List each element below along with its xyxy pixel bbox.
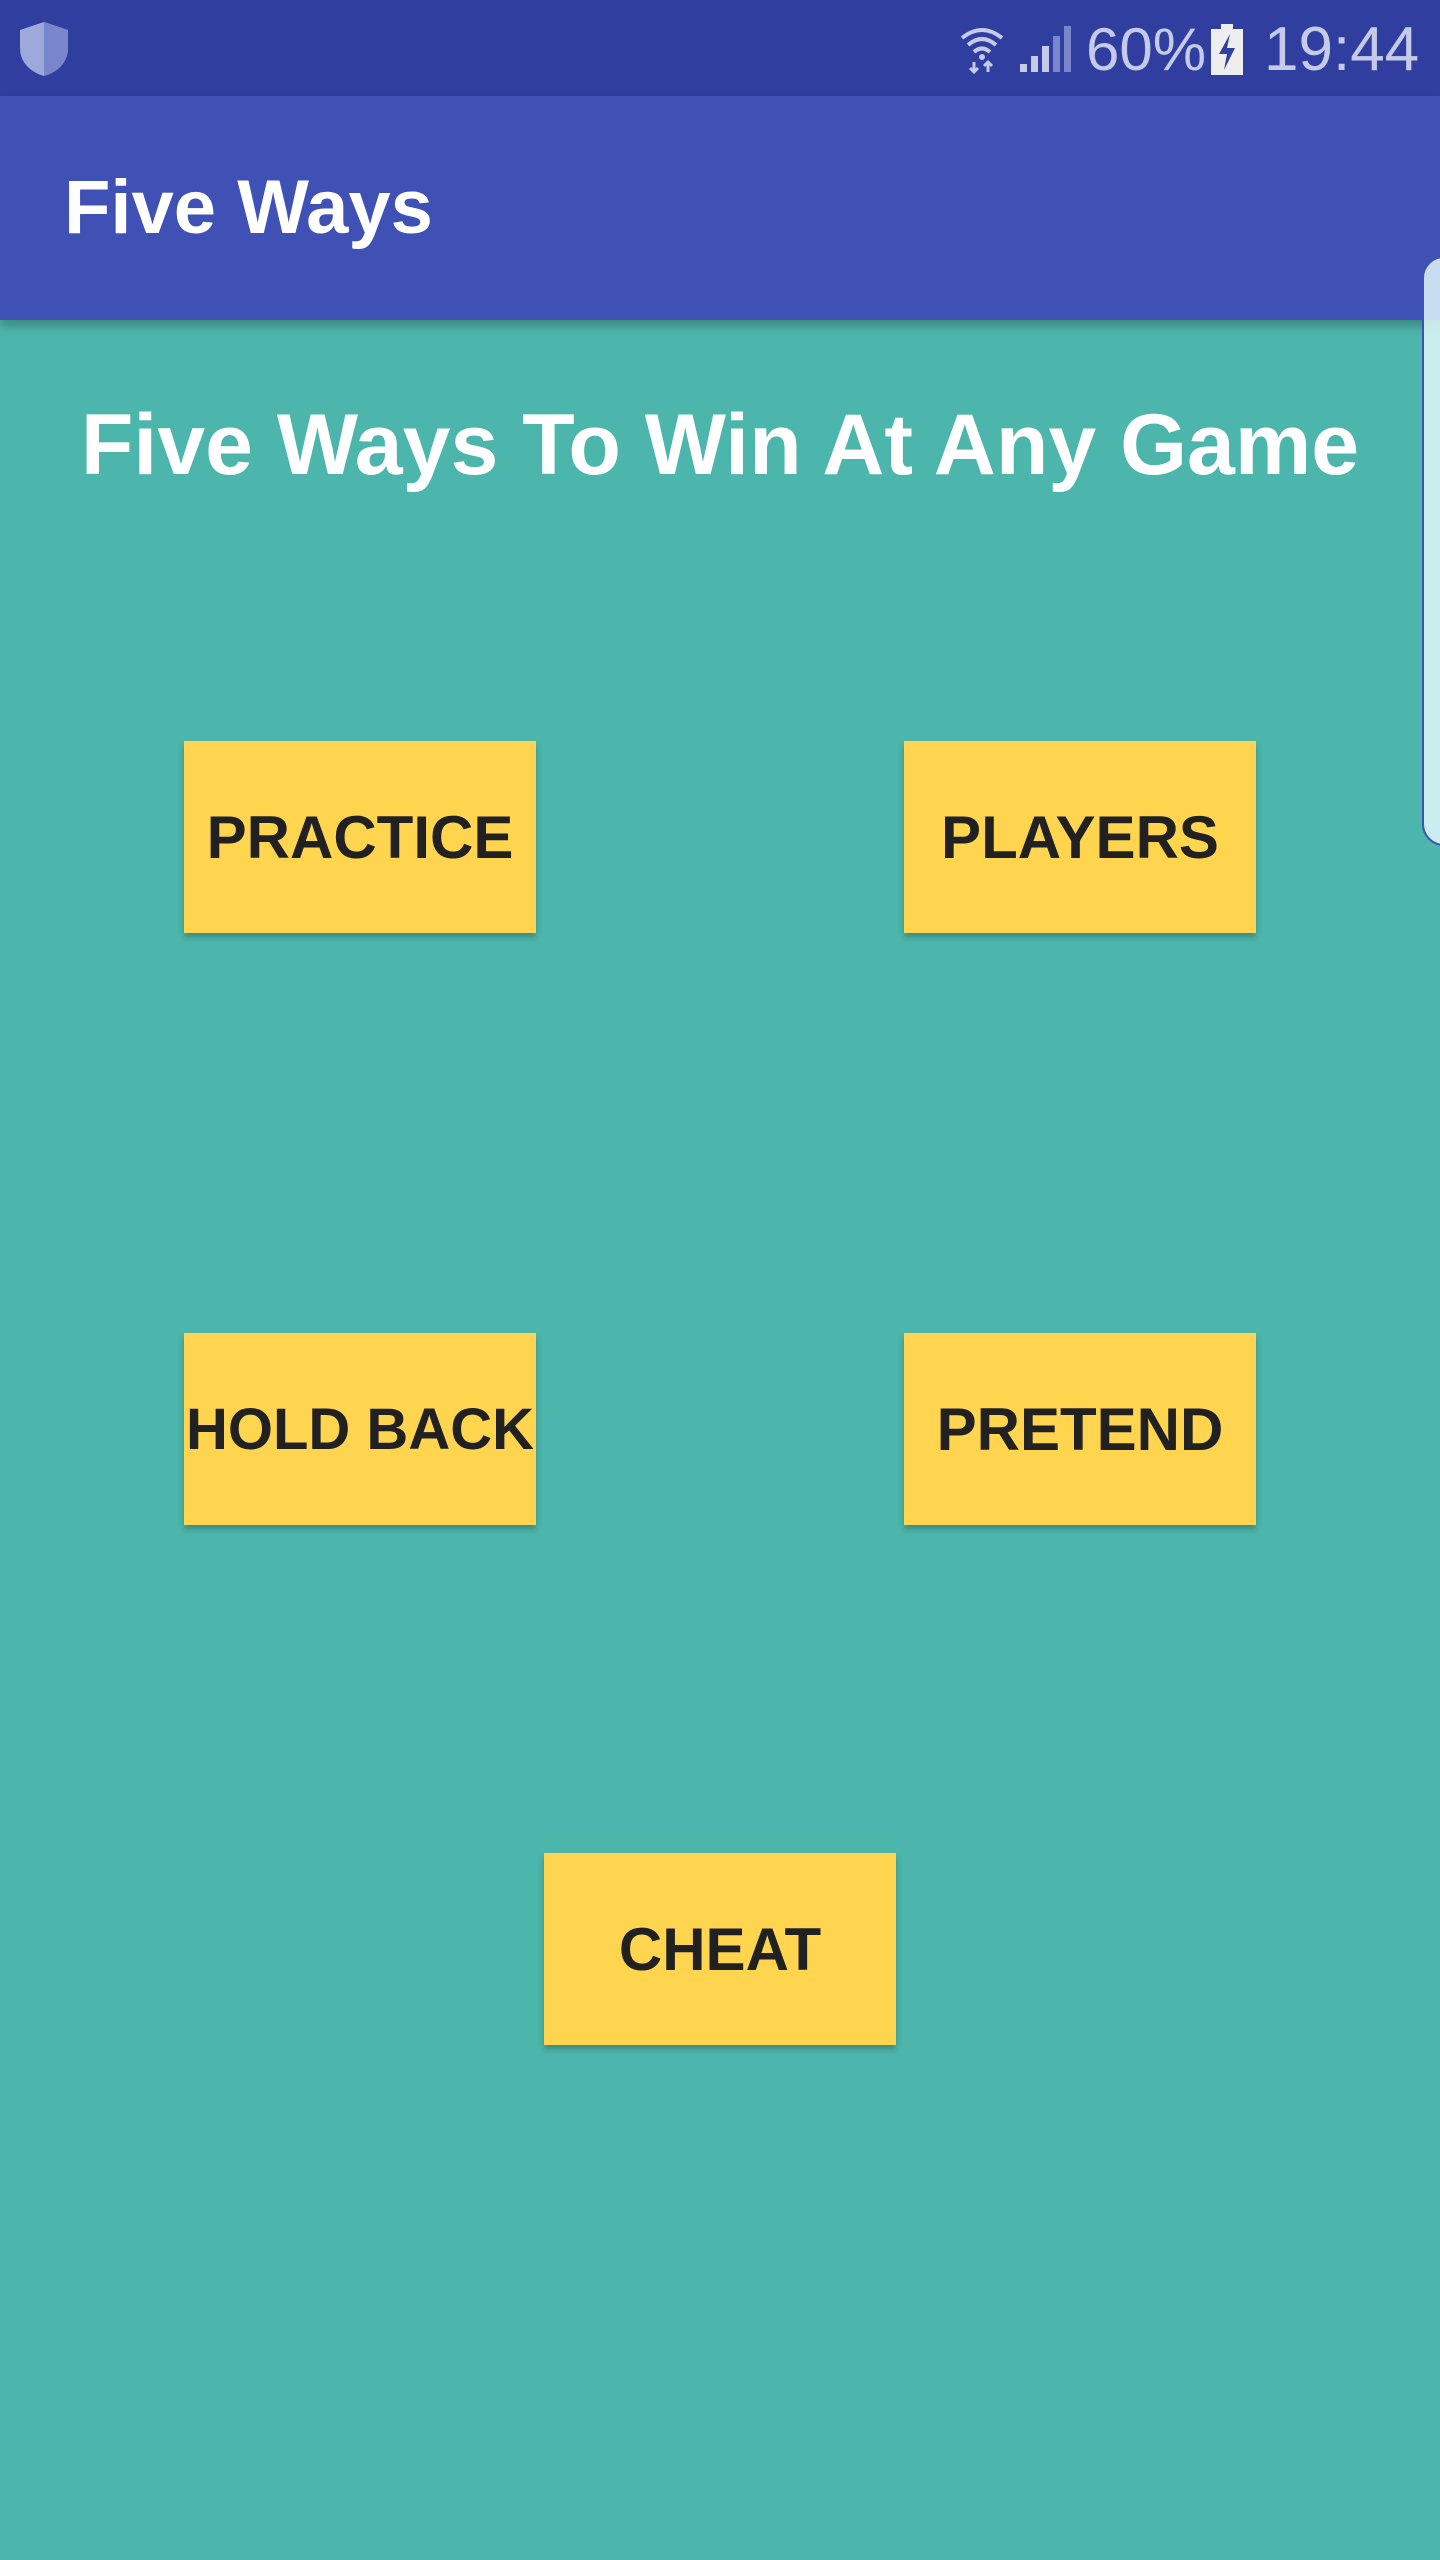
pretend-button[interactable]: PRETEND — [904, 1333, 1256, 1525]
edge-panel-handle[interactable] — [1422, 256, 1440, 846]
app-screen: 60% 19:44 Five Ways Five Ways To Win At … — [0, 0, 1440, 2560]
players-button[interactable]: PLAYERS — [904, 741, 1256, 933]
app-bar: Five Ways — [0, 96, 1440, 320]
practice-button[interactable]: PRACTICE — [184, 741, 536, 933]
cheat-button[interactable]: CHEAT — [544, 1853, 896, 2045]
hold-back-button[interactable]: HOLD BACK — [184, 1333, 536, 1525]
battery-percent: 60% — [1086, 16, 1207, 83]
clock: 19:44 — [1264, 15, 1420, 84]
wifi-icon — [960, 28, 1004, 74]
battery-charging-icon — [1211, 24, 1243, 75]
app-title: Five Ways — [64, 165, 433, 250]
status-bar: 60% 19:44 — [0, 0, 1440, 96]
page-heading: Five Ways To Win At Any Game — [80, 397, 1360, 493]
shield-icon — [20, 22, 68, 76]
signal-icon — [1020, 26, 1071, 72]
